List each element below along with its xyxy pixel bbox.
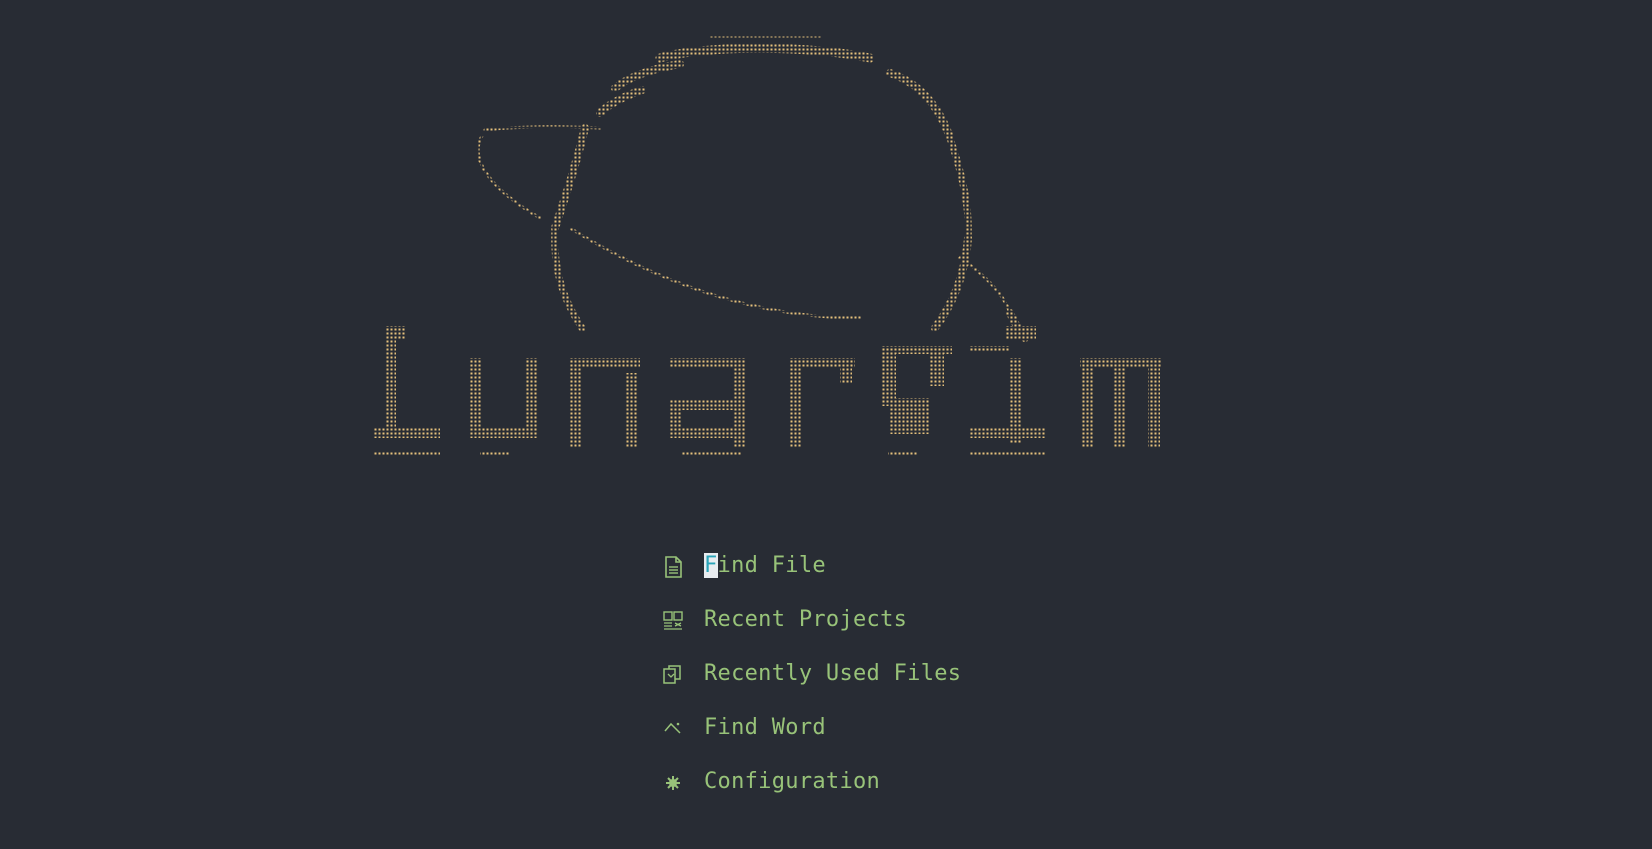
text-cursor: F <box>704 553 718 578</box>
gear-icon <box>660 770 686 796</box>
recent-projects-label: Recent Projects <box>704 607 908 632</box>
configuration-button[interactable]: Configuration <box>660 762 1160 816</box>
find-word-button[interactable]: Find Word <box>660 708 1160 762</box>
recent-files-icon <box>660 662 686 688</box>
lunarvim-ascii-logo <box>370 28 1230 488</box>
recently-used-files-button[interactable]: Recently Used Files <box>660 654 1160 708</box>
find-word-label: Find Word <box>704 715 826 740</box>
dashboard-menu: Find File Recent Projects Recently Used … <box>660 546 1160 816</box>
projects-icon <box>660 608 686 634</box>
find-file-label-rest: ind File <box>717 553 826 578</box>
file-icon <box>660 554 686 580</box>
find-file-button[interactable]: Find File <box>660 546 1160 600</box>
recent-projects-button[interactable]: Recent Projects <box>660 600 1160 654</box>
recently-used-files-label: Recently Used Files <box>704 661 962 686</box>
find-file-label: Find File <box>704 546 826 586</box>
dashboard-screen: Find File Recent Projects Recently Used … <box>0 0 1652 849</box>
find-word-icon <box>660 716 686 742</box>
configuration-label: Configuration <box>704 769 881 794</box>
